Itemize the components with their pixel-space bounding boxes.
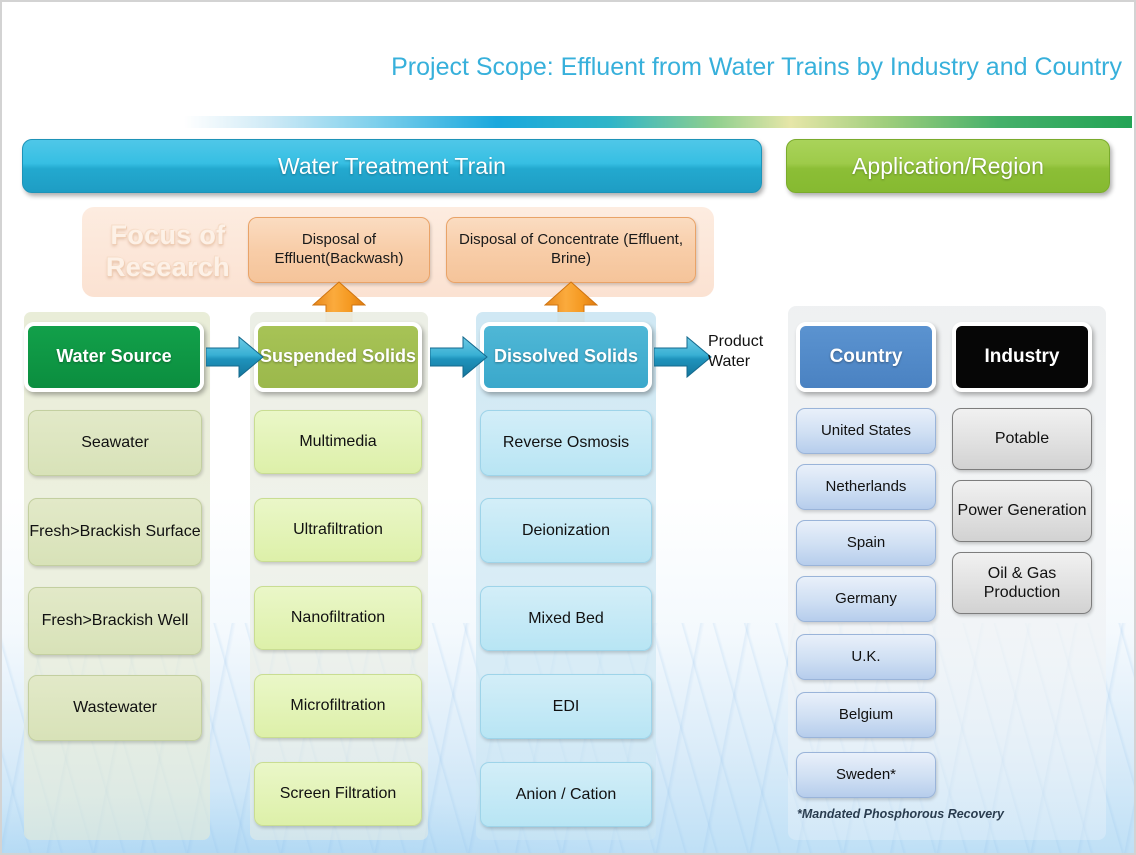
item-label: Reverse Osmosis: [502, 434, 630, 452]
list-item[interactable]: Anion / Cation: [480, 762, 652, 827]
header-industry-label: Industry: [984, 346, 1060, 367]
list-item[interactable]: Screen Filtration: [254, 762, 422, 826]
list-item[interactable]: Belgium: [796, 692, 936, 738]
application-region-bar[interactable]: Application/Region: [786, 139, 1110, 193]
list-item[interactable]: Wastewater: [28, 675, 202, 741]
header-suspended-solids[interactable]: Suspended Solids: [254, 322, 422, 392]
header-country[interactable]: Country: [796, 322, 936, 392]
item-label: Microfiltration: [290, 697, 386, 715]
list-item[interactable]: Potable: [952, 408, 1092, 470]
application-region-label: Application/Region: [852, 152, 1044, 179]
list-item[interactable]: Fresh>Brackish Well: [28, 587, 202, 655]
item-label: Potable: [994, 430, 1050, 448]
list-item[interactable]: Oil & Gas Production: [952, 552, 1092, 614]
focus-label-line-2: Research: [106, 252, 230, 282]
item-label: Deionization: [521, 521, 611, 539]
item-label: Sweden*: [835, 766, 897, 783]
list-item[interactable]: Germany: [796, 576, 936, 622]
list-item[interactable]: Ultrafiltration: [254, 498, 422, 562]
header-industry[interactable]: Industry: [952, 322, 1092, 392]
header-water-source-label: Water Source: [56, 346, 172, 367]
item-label: Ultrafiltration: [293, 521, 383, 539]
disposal-effluent-backwash-box[interactable]: Disposal of Effluent(Backwash): [248, 217, 430, 283]
item-label: U.K.: [851, 648, 881, 665]
header-dissolved-solids[interactable]: Dissolved Solids: [480, 322, 652, 392]
focus-label-line-1: Focus of: [110, 220, 226, 251]
list-item[interactable]: Deionization: [480, 498, 652, 563]
list-item[interactable]: Reverse Osmosis: [480, 410, 652, 476]
item-label: Netherlands: [825, 478, 907, 495]
header-suspended-solids-label: Suspended Solids: [259, 346, 417, 367]
water-treatment-train-bar[interactable]: Water Treatment Train: [22, 139, 762, 193]
list-item[interactable]: Mixed Bed: [480, 586, 652, 651]
list-item[interactable]: Nanofiltration: [254, 586, 422, 650]
list-item[interactable]: Fresh>Brackish Surface: [28, 498, 202, 566]
item-label: Screen Filtration: [279, 785, 397, 803]
header-dissolved-solids-label: Dissolved Solids: [493, 346, 639, 367]
list-item[interactable]: Spain: [796, 520, 936, 566]
disposal-effluent-backwash-label: Disposal of Effluent(Backwash): [274, 231, 404, 267]
list-item[interactable]: Microfiltration: [254, 674, 422, 738]
item-label: Seawater: [81, 434, 149, 452]
list-item[interactable]: U.K.: [796, 634, 936, 680]
footnote-text: *Mandated Phosphorous Recovery: [797, 807, 1004, 821]
disposal-concentrate-box[interactable]: Disposal of Concentrate (Effluent, Brine…: [446, 217, 696, 283]
flow-arrow-icon-3: [654, 335, 712, 379]
slide-canvas: Project Scope: Effluent from Water Train…: [0, 0, 1136, 855]
item-label: Fresh>Brackish Well: [41, 612, 189, 630]
list-item[interactable]: Power Generation: [952, 480, 1092, 542]
item-label: Fresh>Brackish Surface: [29, 523, 201, 541]
item-label: Spain: [846, 534, 886, 551]
item-label: Oil & Gas Production: [983, 564, 1061, 601]
list-item[interactable]: United States: [796, 408, 936, 454]
product-water-label: Product Water: [708, 333, 764, 370]
header-water-source[interactable]: Water Source: [24, 322, 204, 392]
item-label: Power Generation: [957, 502, 1087, 520]
disposal-concentrate-label: Disposal of Concentrate (Effluent, Brine…: [458, 231, 683, 267]
gradient-divider: [184, 116, 1132, 128]
item-label: Mixed Bed: [528, 609, 604, 627]
water-treatment-train-label: Water Treatment Train: [278, 152, 506, 179]
item-label: Germany: [835, 590, 897, 607]
item-label: Nanofiltration: [290, 609, 386, 627]
list-item[interactable]: EDI: [480, 674, 652, 739]
header-country-label: Country: [829, 346, 903, 367]
item-label: EDI: [552, 697, 580, 715]
list-item[interactable]: Seawater: [28, 410, 202, 476]
list-item[interactable]: Multimedia: [254, 410, 422, 474]
list-item[interactable]: Sweden*: [796, 752, 936, 798]
item-label: Anion / Cation: [515, 785, 617, 803]
item-label: Multimedia: [299, 433, 377, 451]
page-title: Project Scope: Effluent from Water Train…: [391, 53, 1122, 81]
flow-arrow-icon-2: [430, 335, 488, 379]
focus-of-research-label: Focus of Research: [88, 207, 248, 297]
item-label: Belgium: [838, 706, 894, 723]
item-label: United States: [820, 422, 912, 439]
item-label: Wastewater: [73, 699, 157, 717]
flow-arrow-icon-1: [206, 335, 264, 379]
list-item[interactable]: Netherlands: [796, 464, 936, 510]
